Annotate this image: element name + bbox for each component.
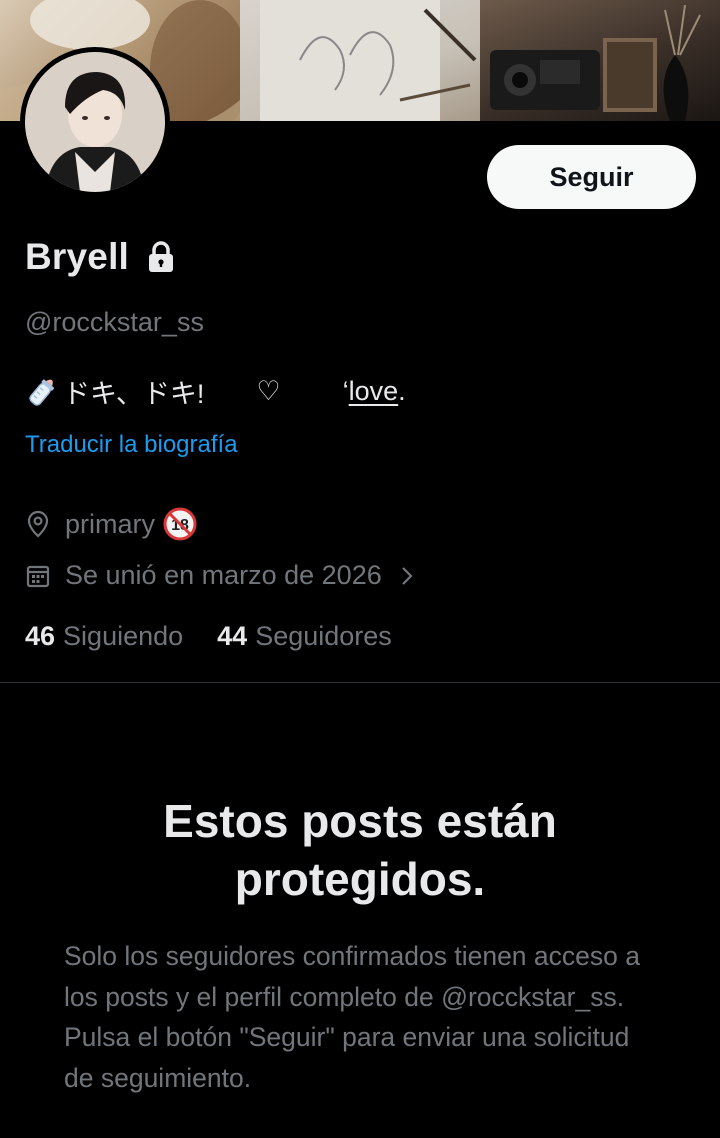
location-text: primary bbox=[65, 508, 156, 539]
avatar[interactable] bbox=[20, 47, 170, 197]
avatar-photo bbox=[25, 52, 165, 192]
chevron-right-icon bbox=[401, 566, 413, 585]
no-under-18-icon: 18 bbox=[163, 507, 197, 541]
protected-description: Solo los seguidores confirmados tienen a… bbox=[64, 941, 640, 1093]
profile-location: primary 18 bbox=[25, 507, 197, 541]
follow-stats: 46 Siguiendo 44 Seguidores bbox=[25, 621, 392, 652]
section-divider bbox=[0, 682, 720, 683]
lock-icon bbox=[147, 240, 175, 274]
joined-text: Se unió en marzo de 2026 bbox=[65, 560, 382, 590]
profile-name-row: Bryell bbox=[25, 236, 175, 278]
display-name: Bryell bbox=[25, 236, 130, 277]
followers-count: 44 bbox=[217, 621, 248, 651]
bio-text: ドキ、ドキ! bbox=[63, 379, 205, 409]
location-pin-icon bbox=[27, 510, 49, 538]
profile-joined-date[interactable]: Se unió en marzo de 2026 bbox=[25, 560, 428, 591]
profile-handle: @rocckstar_ss bbox=[25, 307, 204, 337]
followers-label: Seguidores bbox=[255, 621, 392, 651]
translate-bio-link[interactable]: Traducir la biografía bbox=[25, 431, 238, 459]
calendar-icon bbox=[26, 565, 50, 587]
baby-bottle-icon bbox=[25, 374, 59, 410]
followers-link[interactable]: 44 Seguidores bbox=[217, 621, 392, 652]
bio-heart: ♡ bbox=[256, 376, 281, 406]
profile-bio: ドキ、ドキ! ♡ ‘love. bbox=[25, 372, 406, 411]
banner-photo-2 bbox=[240, 0, 480, 121]
protected-title: Estos posts están protegidos. bbox=[163, 795, 557, 905]
following-label: Siguiendo bbox=[63, 621, 184, 651]
following-link[interactable]: 46 Siguiendo bbox=[25, 621, 183, 652]
banner-photo-3 bbox=[480, 0, 720, 121]
follow-button[interactable]: Seguir bbox=[487, 145, 696, 209]
bio-love: ‘love. bbox=[342, 376, 406, 406]
following-count: 46 bbox=[25, 621, 56, 651]
